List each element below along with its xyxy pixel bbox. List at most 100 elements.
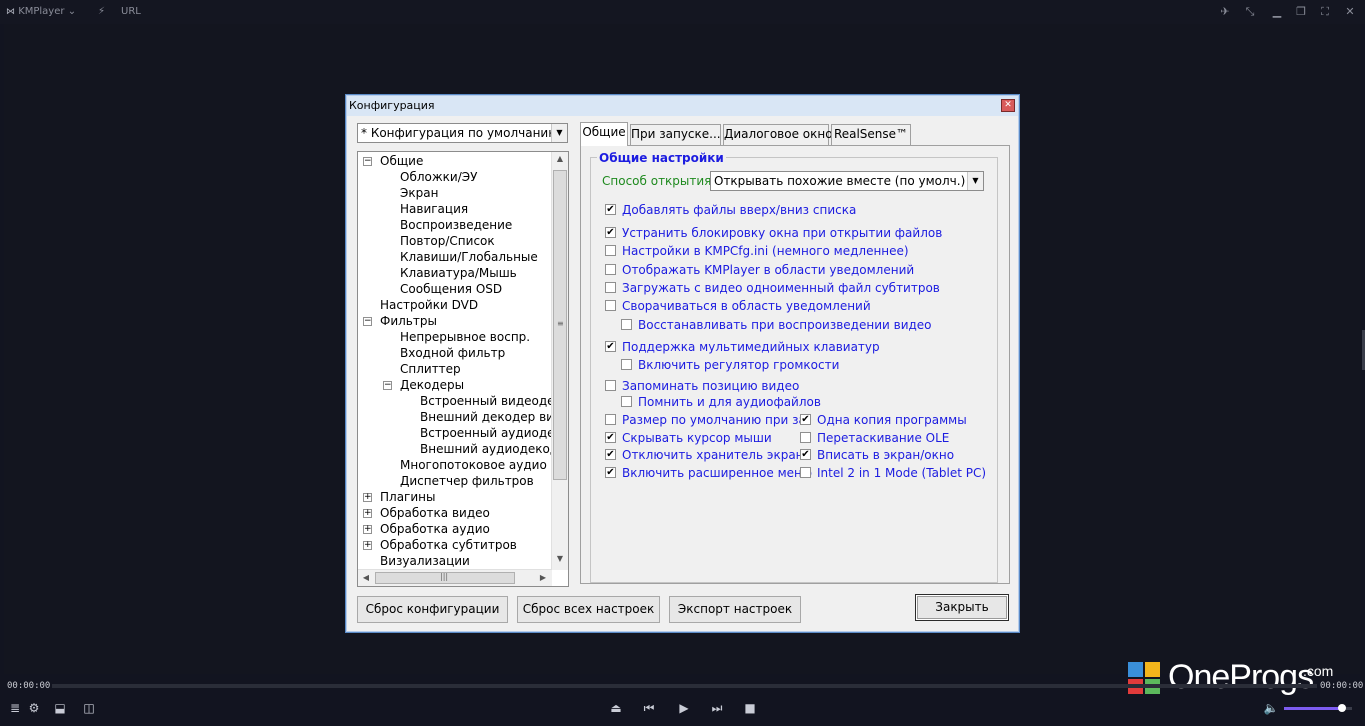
tree-item[interactable]: Повтор/Список: [400, 233, 495, 249]
option-checkbox[interactable]: [621, 319, 632, 330]
tree-item[interactable]: Плагины: [380, 489, 435, 505]
tree-item[interactable]: Диспетчер фильтров: [400, 473, 534, 489]
option-label: Загружать с видео одноименный файл субти…: [622, 281, 940, 295]
tree-item[interactable]: Фильтры: [380, 313, 437, 329]
option-checkbox[interactable]: ✔: [605, 449, 616, 460]
dialog-title-bar[interactable]: Конфигурация ✕: [347, 96, 1018, 116]
url-button[interactable]: URL: [121, 6, 141, 17]
option-label: Intel 2 in 1 Mode (Tablet PC): [817, 466, 987, 480]
preset-select[interactable]: * Конфигурация по умолчанию ▼: [357, 123, 568, 143]
settings-gear-icon[interactable]: ⚙: [25, 700, 43, 716]
expand-icon[interactable]: +: [363, 525, 372, 534]
tree-item[interactable]: Сообщения OSD: [400, 281, 502, 297]
tree-item[interactable]: Входной фильтр: [400, 345, 505, 361]
tree-item[interactable]: Экран: [400, 185, 438, 201]
option-checkbox[interactable]: [800, 467, 811, 478]
minimize-icon[interactable]: ▁: [1270, 5, 1284, 19]
option-checkbox[interactable]: [605, 282, 616, 293]
export-button[interactable]: Экспорт настроек: [669, 596, 801, 623]
option-checkbox[interactable]: [605, 380, 616, 391]
playlist-icon[interactable]: ≣: [6, 700, 24, 716]
option-checkbox[interactable]: ✔: [605, 432, 616, 443]
vr-icon[interactable]: ◫: [78, 700, 100, 716]
tree-item[interactable]: Обработка аудио: [380, 521, 490, 537]
option-checkbox[interactable]: [605, 414, 616, 425]
play-icon[interactable]: ▶: [675, 700, 693, 716]
scroll-thumb[interactable]: ≡: [553, 170, 567, 480]
option-label: Отображать KMPlayer в области уведомлени…: [622, 263, 915, 277]
option-checkbox[interactable]: ✔: [605, 341, 616, 352]
tree-item[interactable]: Декодеры: [400, 377, 464, 393]
collapse-icon[interactable]: −: [383, 381, 392, 390]
volume-slider[interactable]: [1284, 704, 1352, 712]
restore-icon[interactable]: ❐: [1294, 5, 1308, 19]
scroll-down-icon[interactable]: ▼: [553, 554, 567, 563]
expand-icon[interactable]: +: [363, 541, 372, 550]
minimode-icon[interactable]: ⤡: [1243, 5, 1257, 19]
expand-icon[interactable]: +: [363, 493, 372, 502]
tree-horizontal-scrollbar[interactable]: ◀ ||| ▶: [358, 569, 552, 586]
tree-item[interactable]: Клавиатура/Мышь: [400, 265, 517, 281]
option-checkbox[interactable]: ✔: [605, 204, 616, 215]
tree-item[interactable]: Внешний аудиодекодер: [420, 441, 568, 457]
stop-icon[interactable]: ■: [741, 700, 759, 716]
option-checkbox[interactable]: [800, 432, 811, 443]
tab-startup[interactable]: При запуске...: [630, 124, 721, 145]
tree-item[interactable]: Воспроизведение: [400, 217, 512, 233]
scroll-up-icon[interactable]: ▲: [553, 154, 567, 163]
close-icon[interactable]: ✕: [1343, 5, 1357, 19]
open-mode-select[interactable]: Открывать похожие вместе (по умолч.) ▼: [710, 171, 984, 191]
tab-realsense[interactable]: RealSense™: [831, 124, 911, 145]
previous-icon[interactable]: ⏮: [640, 700, 658, 716]
option-label: Отключить хранитель экрана: [622, 448, 811, 462]
tab-dialog[interactable]: Диалоговое окно: [723, 124, 833, 145]
tree-item[interactable]: Сплиттер: [400, 361, 461, 377]
volume-knob[interactable]: [1337, 704, 1346, 712]
option-checkbox[interactable]: ✔: [605, 227, 616, 238]
option-checkbox[interactable]: [605, 264, 616, 275]
option-checkbox[interactable]: [605, 245, 616, 256]
tab-general[interactable]: Общие: [580, 122, 628, 146]
scroll-right-icon[interactable]: ▶: [536, 573, 550, 582]
tree-item[interactable]: Внешний декодер видео: [420, 409, 568, 425]
option-checkbox[interactable]: [605, 300, 616, 311]
kmplayer-logo[interactable]: ⋈ KMPlayer ⌄: [6, 6, 76, 17]
reset-all-button[interactable]: Сброс всех настроек: [517, 596, 660, 623]
bolt-icon[interactable]: ⚡: [98, 6, 105, 17]
option-checkbox[interactable]: ✔: [800, 414, 811, 425]
dialog-close-icon[interactable]: ✕: [1001, 99, 1015, 112]
eject-icon[interactable]: ⏏: [607, 700, 625, 716]
tree-item[interactable]: Общие: [380, 153, 423, 169]
close-button[interactable]: Закрыть: [915, 594, 1009, 621]
option-checkbox[interactable]: [621, 396, 632, 407]
title-bar: ⋈ KMPlayer ⌄ ⚡ URL ✈ ⤡ ▁ ❐ ⛶ ✕: [0, 0, 1365, 24]
volume-icon[interactable]: 🔈: [1262, 700, 1280, 716]
expand-icon[interactable]: +: [363, 509, 372, 518]
tree-item[interactable]: Клавиши/Глобальные: [400, 249, 538, 265]
tree-item[interactable]: Непрерывное воспр.: [400, 329, 530, 345]
tree-item[interactable]: Обложки/ЭУ: [400, 169, 477, 185]
fullscreen-icon[interactable]: ⛶: [1318, 5, 1332, 19]
tree-item[interactable]: Встроенный видеодекодер: [420, 393, 568, 409]
reset-config-button[interactable]: Сброс конфигурации: [357, 596, 508, 623]
tree-item[interactable]: Навигация: [400, 201, 468, 217]
tree-item[interactable]: Встроенный аудиодекодер: [420, 425, 568, 441]
hscroll-thumb[interactable]: |||: [375, 572, 515, 584]
capture-icon[interactable]: ⬓: [49, 700, 71, 716]
tree-item[interactable]: Визуализации: [380, 553, 470, 569]
chevron-down-icon: ▼: [551, 124, 567, 142]
option-checkbox[interactable]: ✔: [800, 449, 811, 460]
scroll-left-icon[interactable]: ◀: [359, 573, 373, 582]
option-checkbox[interactable]: ✔: [605, 467, 616, 478]
tree-item[interactable]: Многопотоковое аудио: [400, 457, 547, 473]
tree-item[interactable]: Настройки DVD: [380, 297, 478, 313]
collapse-icon[interactable]: −: [363, 317, 372, 326]
next-icon[interactable]: ⏭: [708, 700, 726, 716]
tree-item[interactable]: Обработка субтитров: [380, 537, 517, 553]
seek-bar[interactable]: [52, 684, 1317, 688]
tree-item[interactable]: Обработка видео: [380, 505, 490, 521]
option-checkbox[interactable]: [621, 359, 632, 370]
collapse-icon[interactable]: −: [363, 157, 372, 166]
tree-vertical-scrollbar[interactable]: ▲ ≡ ▼: [551, 152, 568, 570]
pin-icon[interactable]: ✈: [1218, 5, 1232, 19]
